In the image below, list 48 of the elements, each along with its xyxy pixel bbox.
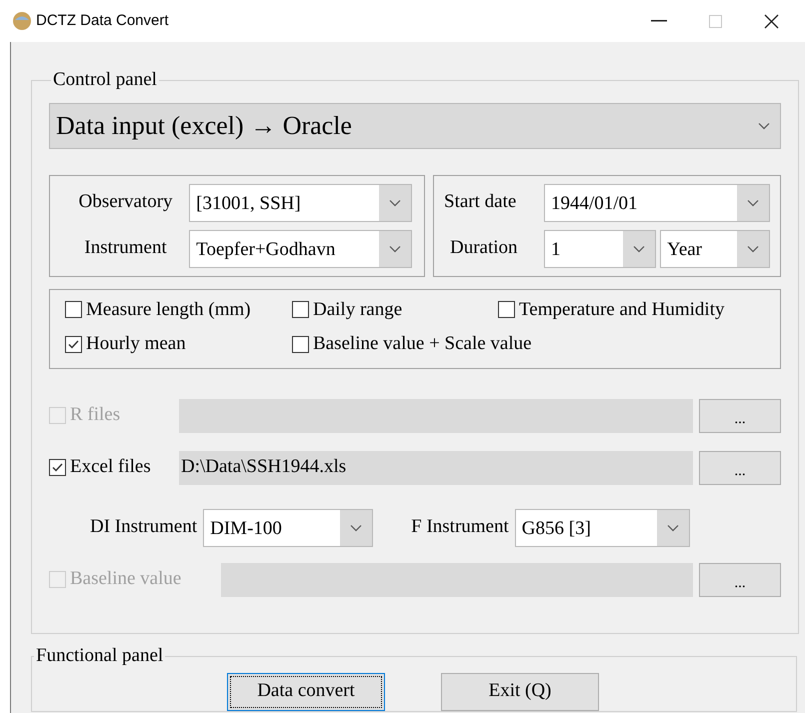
dropdown[interactable]: Toepfer+Godhavn xyxy=(189,230,412,268)
field-label: Observatory xyxy=(78,190,174,214)
action-button[interactable]: Exit (Q) xyxy=(441,672,599,710)
dropdown[interactable]: G856 [3] xyxy=(514,508,690,546)
chevron-icon xyxy=(747,244,759,252)
chevron-icon xyxy=(389,198,401,206)
window-title: DCTZ Data Convert xyxy=(36,10,169,31)
group-title: Functional panel xyxy=(35,644,164,668)
dropdown[interactable]: [31001, SSH] xyxy=(189,184,412,222)
path-field[interactable]: D:\Data\SSH1944.xls xyxy=(179,450,693,484)
checkbox[interactable] xyxy=(498,301,515,318)
checkbox[interactable] xyxy=(49,459,66,476)
field-label: Start date xyxy=(444,190,518,214)
action-button[interactable]: Data convert xyxy=(227,672,385,710)
close-icon xyxy=(764,14,778,28)
browse-button[interactable]: ... xyxy=(699,450,781,484)
dropdown[interactable]: DIM-100 xyxy=(203,508,374,546)
checkbox-label: Baseline value + Scale value xyxy=(313,332,532,356)
checkbox-label: Measure length (mm) xyxy=(86,298,251,322)
checkmark-icon xyxy=(51,461,64,474)
checkbox-label: Daily range xyxy=(313,298,402,322)
checkbox-label: Excel files xyxy=(70,455,151,480)
checkbox-label: Hourly mean xyxy=(86,332,186,356)
chevron-icon xyxy=(633,244,645,252)
chevron-icon xyxy=(350,524,362,532)
field-label: Duration xyxy=(449,236,519,260)
dropdown[interactable]: 1 xyxy=(544,230,656,268)
dropdown[interactable]: 1944/01/01 xyxy=(544,184,770,222)
field-label: F Instrument xyxy=(411,515,509,540)
group-title: Control panel xyxy=(52,68,158,92)
minimize-icon xyxy=(651,20,667,22)
chevron-icon xyxy=(666,524,679,532)
chevron-icon xyxy=(389,244,401,252)
dropdown[interactable]: Year xyxy=(660,230,770,268)
checkbox-label: Baseline value xyxy=(70,567,182,592)
chevron-icon xyxy=(747,198,759,206)
maximize-icon xyxy=(708,14,722,28)
app-icon xyxy=(12,11,32,31)
checkbox[interactable] xyxy=(65,336,82,353)
chevron-icon xyxy=(758,122,770,130)
checkbox[interactable] xyxy=(65,301,82,318)
checkbox[interactable] xyxy=(292,301,309,318)
dropdown[interactable]: Data input (excel) → Oracle xyxy=(49,102,781,148)
checkbox-label: R files xyxy=(70,403,120,428)
field-label: DI Instrument xyxy=(90,515,198,540)
checkbox[interactable] xyxy=(292,336,309,353)
checkbox-label: Temperature and Humidity xyxy=(519,298,724,322)
field-label: Instrument xyxy=(83,236,168,260)
